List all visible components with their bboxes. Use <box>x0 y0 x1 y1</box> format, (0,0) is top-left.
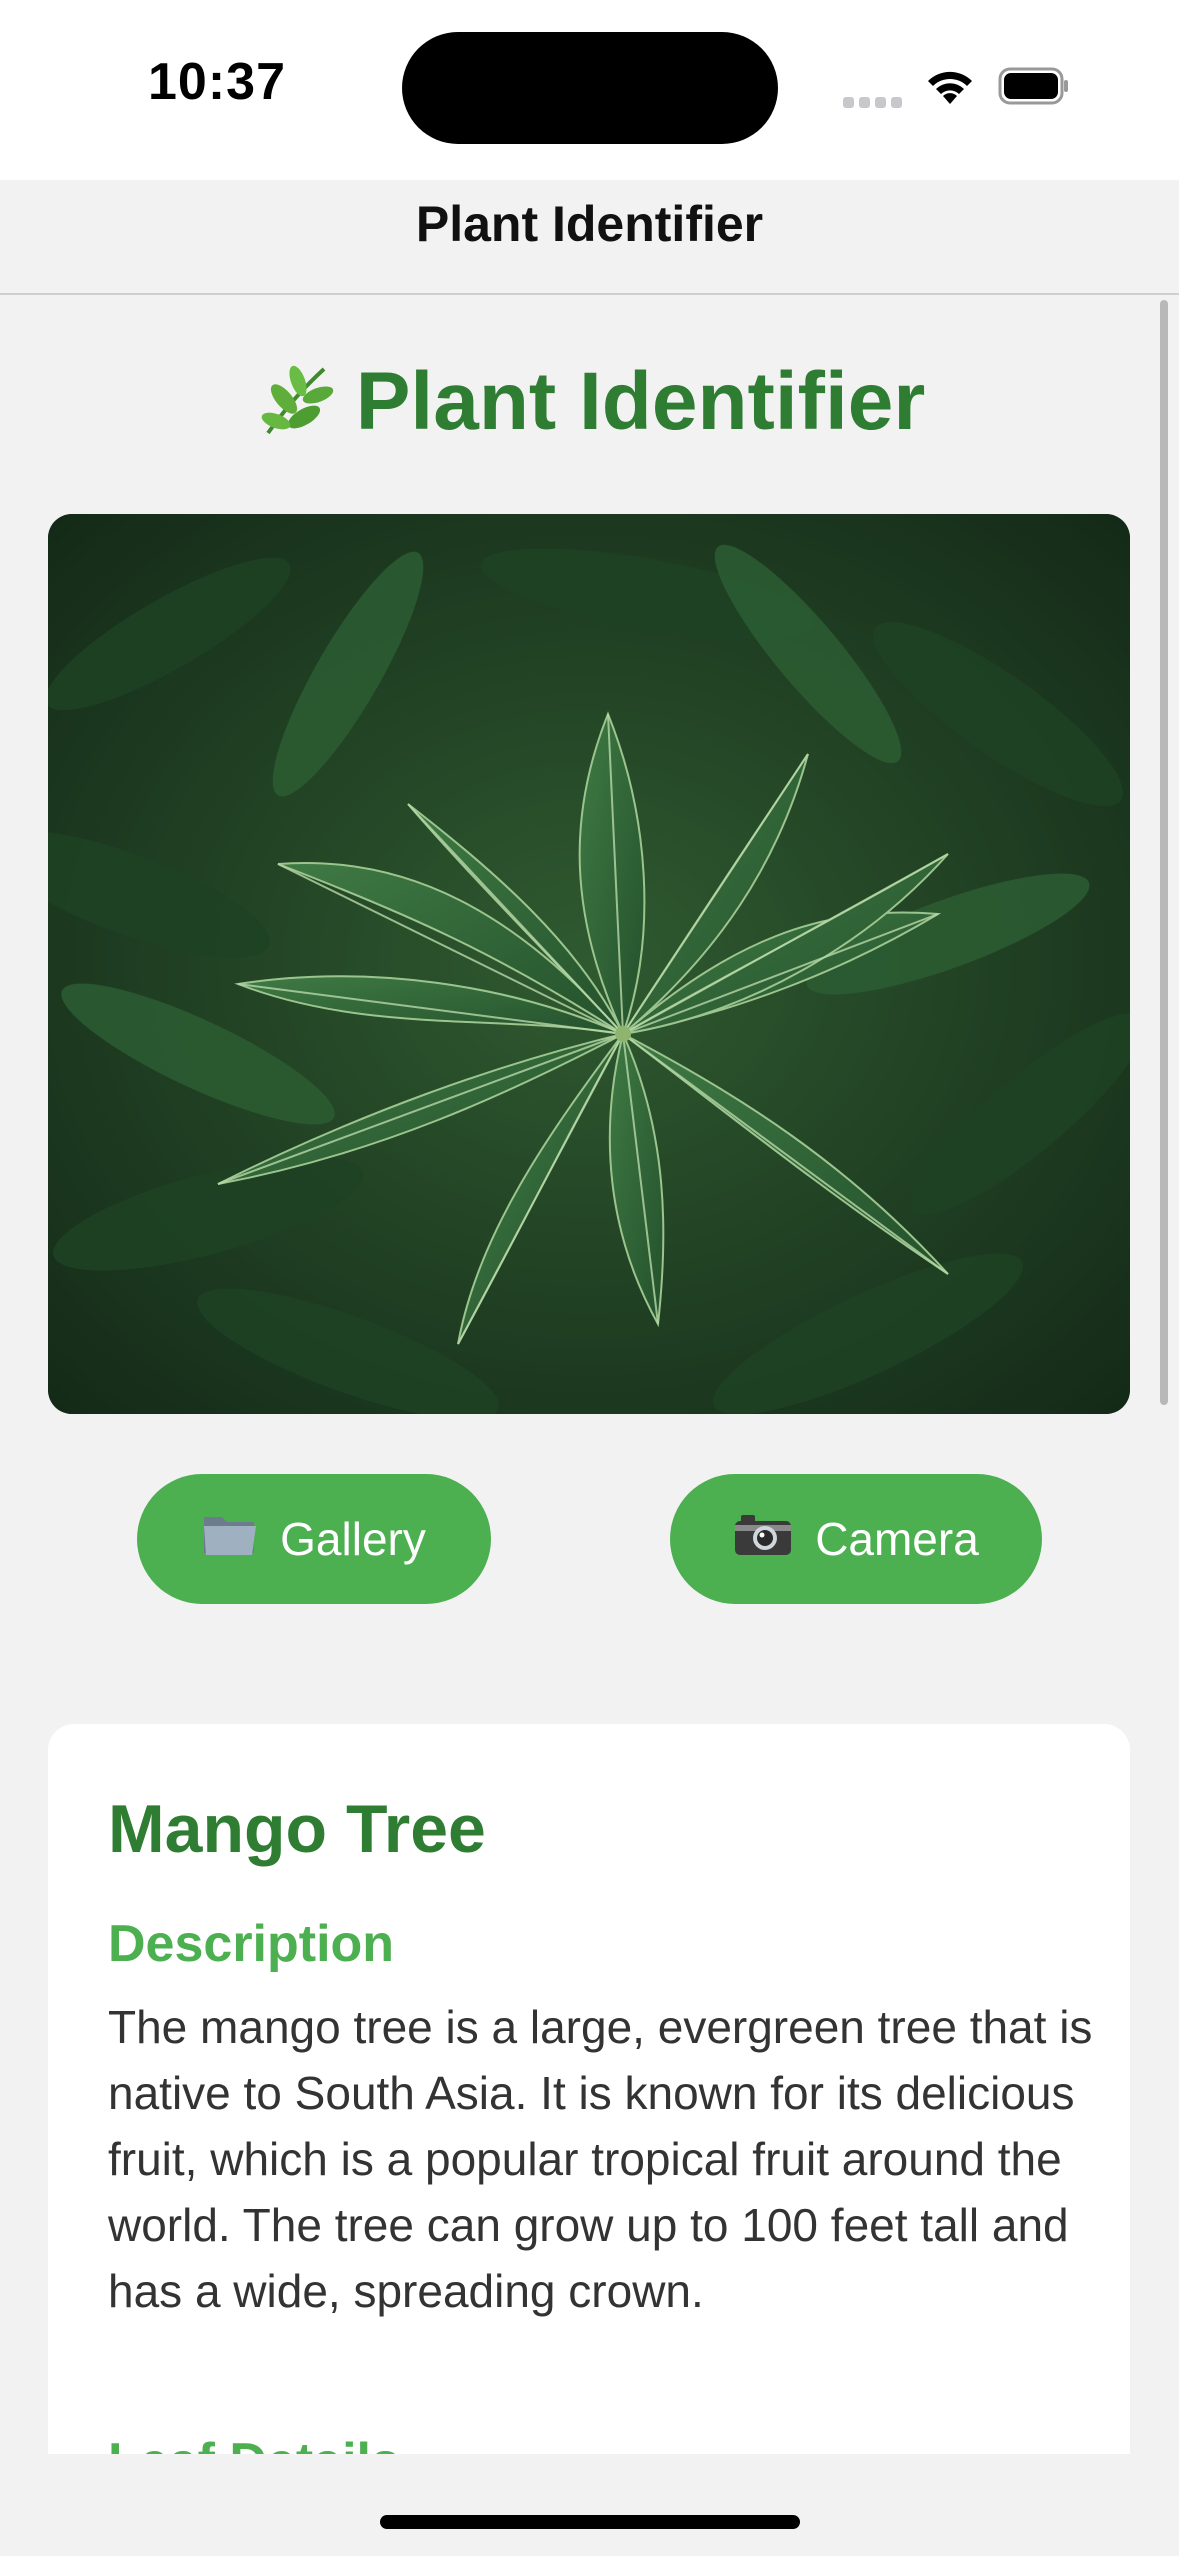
camera-icon <box>733 1511 793 1568</box>
gallery-button[interactable]: Gallery <box>137 1474 491 1604</box>
nav-title: Plant Identifier <box>415 196 764 252</box>
plant-photo[interactable] <box>48 514 1130 1414</box>
scrollbar[interactable] <box>1160 300 1168 1405</box>
herb-icon <box>254 359 334 459</box>
status-bar: 10:37 Plant Identifier <box>0 0 1179 252</box>
page-title-text: Plant Identifier <box>355 356 926 447</box>
nav-divider <box>0 293 1179 295</box>
folder-icon <box>202 1511 258 1568</box>
bottom-safe-area <box>0 2454 1179 2556</box>
plant-name: Mango Tree <box>108 1791 486 1867</box>
plant-photo-image <box>48 514 1130 1414</box>
status-time: 10:37 <box>148 53 286 111</box>
description-heading: Description <box>108 1915 395 1973</box>
camera-button[interactable]: Camera <box>670 1474 1042 1604</box>
camera-label: Camera <box>815 1513 979 1565</box>
cellular-signal-icon <box>843 95 907 113</box>
battery-icon <box>998 67 1068 105</box>
result-card: Mango Tree Description The mango tree is… <box>48 1724 1130 2524</box>
description-text: The mango tree is a large, evergreen tre… <box>108 2001 1093 2317</box>
dynamic-island <box>402 32 778 144</box>
gallery-label: Gallery <box>280 1513 426 1565</box>
page-title: Plant Identifier <box>0 355 1179 459</box>
wifi-icon <box>928 71 972 104</box>
home-indicator[interactable] <box>380 2515 800 2529</box>
